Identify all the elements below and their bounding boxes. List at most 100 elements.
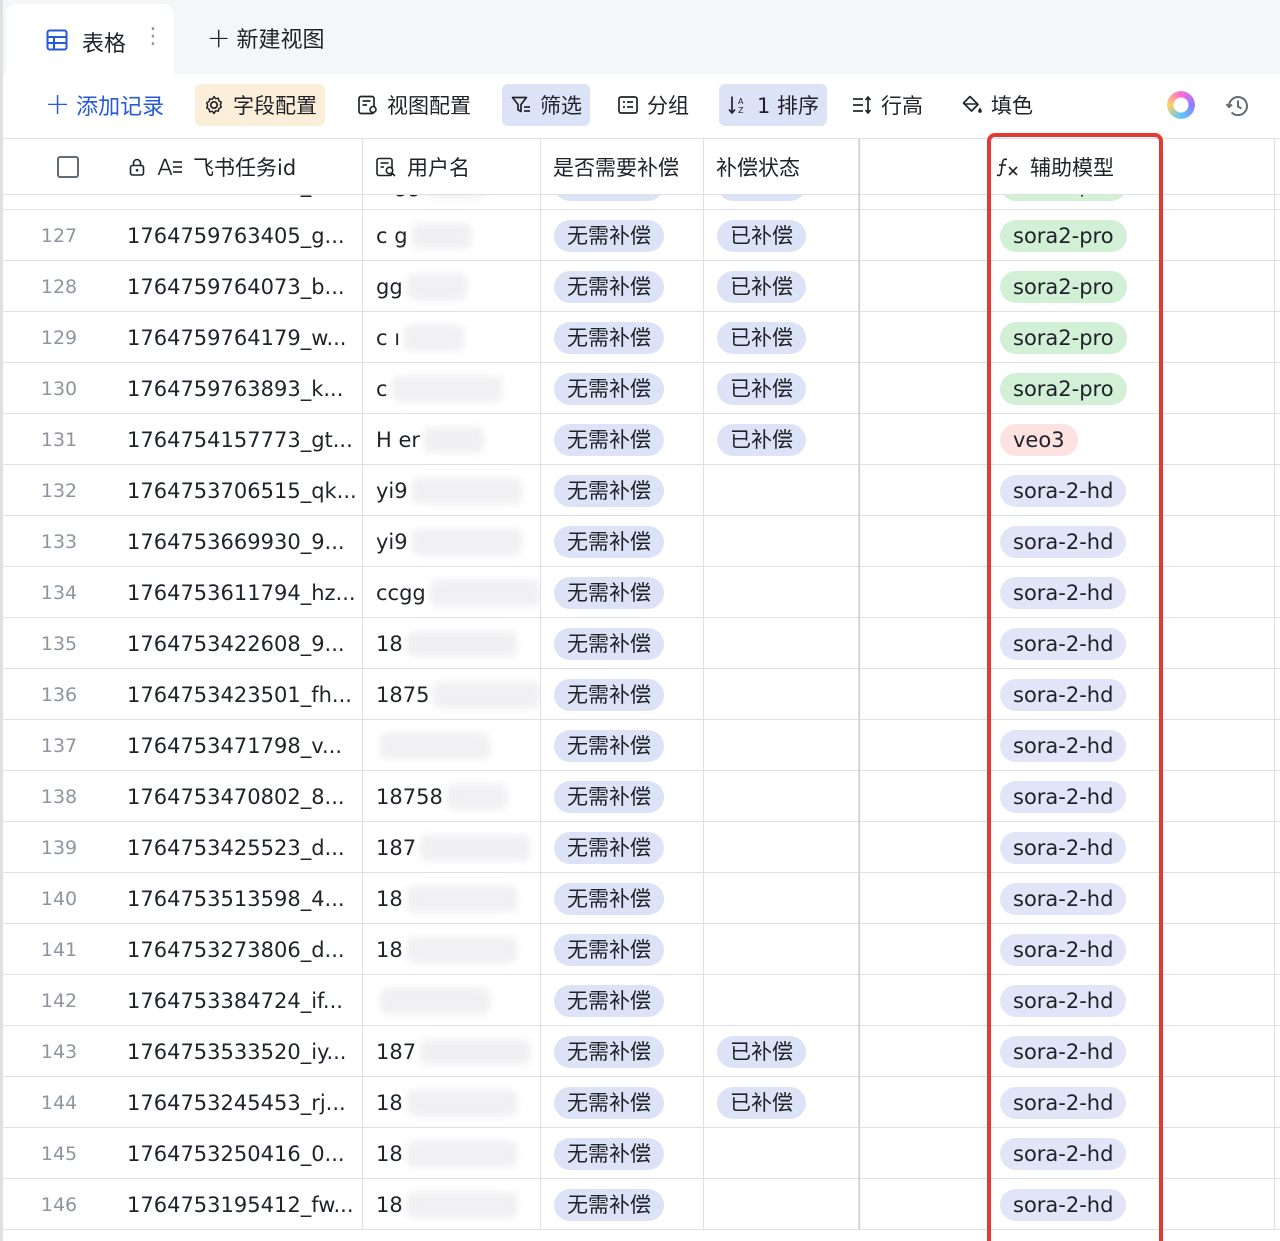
cell-task-id[interactable]: 1764753706515_qk...: [123, 465, 363, 516]
table-row[interactable]: 132 1764753706515_qk... yi9 无需补偿 sora-2-hd: [3, 465, 1280, 516]
tab-grid-view[interactable]: 表格 ⋮: [6, 4, 174, 74]
cell-compensation-status[interactable]: 已补偿: [704, 312, 859, 363]
cell-assist-model[interactable]: sora2-pro: [990, 312, 1275, 363]
cell-assist-model[interactable]: sora-2-hd: [990, 465, 1275, 516]
fill-color-button[interactable]: 填色: [953, 84, 1041, 126]
table-row[interactable]: 142 1764753384724_if... 无需补偿 sora-2-hd: [3, 975, 1280, 1026]
select-all-checkbox[interactable]: [57, 156, 79, 178]
table-row[interactable]: 129 1764759764179_w... c ı 无需补偿 已补偿 sora2-pro: [3, 312, 1280, 363]
cell-username[interactable]: yi9: [363, 465, 541, 516]
cell-username[interactable]: c: [363, 363, 541, 414]
cell-compensation-status[interactable]: [704, 567, 859, 618]
cell-compensation-status[interactable]: [704, 822, 859, 873]
cell-compensation-status[interactable]: [704, 873, 859, 924]
cell-need-compensation[interactable]: 无需补偿: [541, 261, 704, 312]
cell-task-id[interactable]: 1764753273806_d...: [123, 924, 363, 975]
group-button[interactable]: 分组: [609, 84, 697, 126]
cell-need-compensation[interactable]: 无需补偿: [541, 1026, 704, 1077]
cell-need-compensation[interactable]: 无需补偿: [541, 1128, 704, 1179]
cell-username[interactable]: 18: [363, 1077, 541, 1128]
cell-assist-model[interactable]: sora-2-hd: [990, 1128, 1275, 1179]
cell-compensation-status[interactable]: [704, 1179, 859, 1230]
cell-username[interactable]: c ı: [363, 312, 541, 363]
cell-need-compensation[interactable]: 无需补偿: [541, 363, 704, 414]
cell-assist-model[interactable]: sora-2-hd: [990, 924, 1275, 975]
cell-assist-model[interactable]: sora-2-hd: [990, 720, 1275, 771]
new-view-button[interactable]: + 新建视图: [207, 22, 324, 54]
table-row[interactable]: 131 1764754157773_gt... H er 无需补偿 已补偿 veo3: [3, 414, 1280, 465]
column-header-compensation-status[interactable]: 补偿状态: [704, 139, 859, 195]
cell-task-id[interactable]: 1764759764179_w...: [123, 312, 363, 363]
cell-assist-model[interactable]: sora-2-hd: [990, 516, 1275, 567]
cell-username[interactable]: 18: [363, 924, 541, 975]
cell-need-compensation[interactable]: 无需补偿: [541, 822, 704, 873]
table-row[interactable]: 136 1764753423501_fh... 1875 无需补偿 sora-2-hd: [3, 669, 1280, 720]
cell-username[interactable]: 18: [363, 1128, 541, 1179]
cell-assist-model[interactable]: sora-2-hd: [990, 669, 1275, 720]
cell-assist-model[interactable]: sora2-pro: [990, 363, 1275, 414]
cell-task-id[interactable]: 1764753470802_8...: [123, 771, 363, 822]
cell-compensation-status[interactable]: 已补偿: [704, 210, 859, 261]
cell-assist-model[interactable]: veo3: [990, 414, 1275, 465]
cell-compensation-status[interactable]: [704, 465, 859, 516]
cell-need-compensation[interactable]: 无需补偿: [541, 924, 704, 975]
cell-username[interactable]: 18: [363, 618, 541, 669]
filter-button[interactable]: 筛选: [502, 84, 590, 126]
cell-assist-model[interactable]: sora-2-hd: [990, 873, 1275, 924]
cell-task-id[interactable]: 1764753425523_d...: [123, 822, 363, 873]
add-record-button[interactable]: + 添加记录: [39, 84, 172, 126]
cell-need-compensation[interactable]: 无需补偿: [541, 975, 704, 1026]
cell-task-id[interactable]: 1764753471798_v...: [123, 720, 363, 771]
cell-username[interactable]: c g: [363, 210, 541, 261]
cell-need-compensation[interactable]: 无需补偿: [541, 618, 704, 669]
cell-assist-model[interactable]: sora-2-hd: [990, 1179, 1275, 1230]
cell-need-compensation[interactable]: 无需补偿: [541, 720, 704, 771]
cell-assist-model[interactable]: sora-2-hd: [990, 618, 1275, 669]
ai-assistant-icon[interactable]: [1167, 91, 1195, 119]
cell-compensation-status[interactable]: 已补偿: [704, 363, 859, 414]
cell-compensation-status[interactable]: 已补偿: [704, 1026, 859, 1077]
cell-compensation-status[interactable]: [704, 975, 859, 1026]
table-row[interactable]: 144 1764753245453_rj... 18 无需补偿 已补偿 sora-2-hd: [3, 1077, 1280, 1128]
view-config-button[interactable]: 视图配置: [349, 84, 479, 126]
cell-assist-model[interactable]: sora-2-hd: [990, 975, 1275, 1026]
column-header-need-compensation[interactable]: 是否需要补偿: [541, 139, 704, 195]
cell-assist-model[interactable]: sora-2-hd: [990, 567, 1275, 618]
column-header-assist-model[interactable]: 辅助模型: [990, 139, 1275, 195]
cell-compensation-status[interactable]: 已补偿: [704, 261, 859, 312]
cell-need-compensation[interactable]: 无需补偿: [541, 465, 704, 516]
cell-username[interactable]: 18: [363, 1179, 541, 1230]
cell-need-compensation[interactable]: 无需补偿: [541, 771, 704, 822]
table-row[interactable]: 137 1764753471798_v... 无需补偿 sora-2-hd: [3, 720, 1280, 771]
table-row[interactable]: 145 1764753250416_0... 18 无需补偿 sora-2-hd: [3, 1128, 1280, 1179]
column-header-task-id[interactable]: 飞书任务id: [123, 139, 363, 195]
history-icon[interactable]: [1224, 92, 1252, 124]
cell-compensation-status[interactable]: [704, 924, 859, 975]
table-row[interactable]: 130 1764759763893_k... c 无需补偿 已补偿 sora2-pro: [3, 363, 1280, 414]
table-row[interactable]: 141 1764753273806_d... 18 无需补偿 sora-2-hd: [3, 924, 1280, 975]
cell-username[interactable]: gg: [363, 261, 541, 312]
table-row[interactable]: 139 1764753425523_d... 187 无需补偿 sora-2-hd: [3, 822, 1280, 873]
cell-assist-model[interactable]: sora-2-hd: [990, 822, 1275, 873]
table-row[interactable]: 127 1764759763405_g... c g 无需补偿 已补偿 sora2-pro: [3, 210, 1280, 261]
cell-need-compensation[interactable]: 无需补偿: [541, 567, 704, 618]
cell-username[interactable]: yi9: [363, 516, 541, 567]
cell-need-compensation[interactable]: 无需补偿: [541, 669, 704, 720]
cell-assist-model[interactable]: sora-2-hd: [990, 771, 1275, 822]
sort-button[interactable]: AZ 1 排序: [719, 84, 828, 126]
row-height-button[interactable]: 行高: [843, 84, 931, 126]
field-config-button[interactable]: 字段配置: [195, 84, 325, 126]
table-row[interactable]: 133 1764753669930_9... yi9 无需补偿 sora-2-hd: [3, 516, 1280, 567]
cell-username[interactable]: H er: [363, 414, 541, 465]
cell-need-compensation[interactable]: 无需补偿: [541, 414, 704, 465]
cell-compensation-status[interactable]: [704, 771, 859, 822]
cell-username[interactable]: ccgg: [363, 567, 541, 618]
cell-need-compensation[interactable]: 无需补偿: [541, 312, 704, 363]
table-row[interactable]: 128 1764759764073_b... gg 无需补偿 已补偿 sora2-pro: [3, 261, 1280, 312]
cell-task-id[interactable]: 1764753195412_fw...: [123, 1179, 363, 1230]
cell-task-id[interactable]: 1764759764073_b...: [123, 261, 363, 312]
cell-need-compensation[interactable]: 无需补偿: [541, 210, 704, 261]
cell-need-compensation[interactable]: 无需补偿: [541, 1179, 704, 1230]
cell-task-id[interactable]: 1764753533520_iy...: [123, 1026, 363, 1077]
cell-task-id[interactable]: 1764753250416_0...: [123, 1128, 363, 1179]
